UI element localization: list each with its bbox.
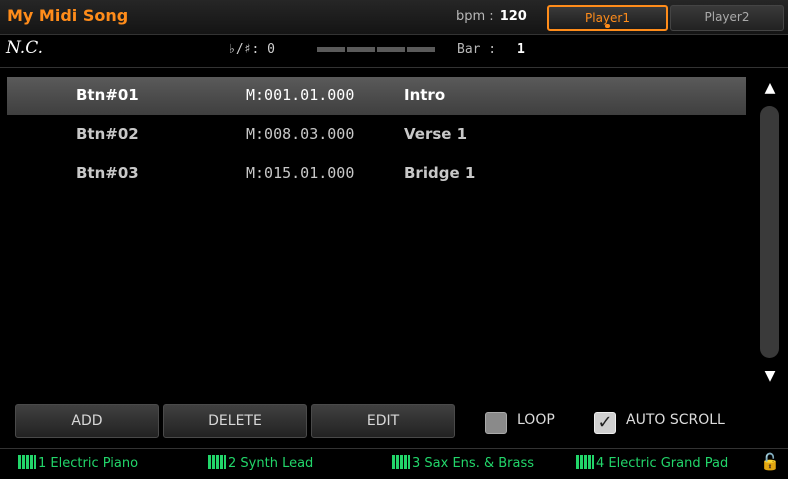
row-button-id: Btn#02 (76, 125, 139, 143)
row-position: M:001.01.000 (246, 86, 355, 104)
track-item[interactable]: 4 Electric Grand Pad (576, 455, 728, 471)
row-position: M:015.01.000 (246, 164, 355, 182)
row-name: Verse 1 (404, 125, 468, 143)
list-item[interactable]: Btn#01 M:001.01.000 Intro (7, 77, 746, 115)
row-button-id: Btn#03 (76, 164, 139, 182)
player1-indicator (605, 24, 610, 28)
edit-button[interactable]: EDIT (311, 404, 455, 438)
lock-icon[interactable]: 🔓 (760, 452, 780, 471)
row-name: Bridge 1 (404, 164, 476, 182)
player1-tab[interactable]: Player1 (547, 5, 668, 31)
beat-segment (377, 47, 405, 52)
track-name: Sax Ens. & Brass (424, 456, 535, 471)
player1-label: Player1 (585, 11, 630, 25)
beat-segment (347, 47, 375, 52)
check-icon: ✓ (597, 412, 613, 433)
bar-value: 1 (517, 42, 525, 57)
loop-label[interactable]: LOOP (517, 412, 555, 428)
keyboard-icon (208, 455, 226, 469)
auto-scroll-checkbox[interactable]: ✓ (594, 412, 616, 434)
player2-tab[interactable]: Player2 (670, 5, 784, 31)
scrollbar-track[interactable] (760, 106, 779, 358)
row-position: M:008.03.000 (246, 125, 355, 143)
player2-label: Player2 (704, 10, 750, 24)
song-title: My Midi Song (7, 6, 129, 25)
transpose-label: ♭/♯: (228, 42, 260, 57)
bpm-display: bpm : 120 (456, 9, 527, 24)
list-item[interactable]: Btn#02 M:008.03.000 Verse 1 (7, 116, 746, 154)
track-number: 4 (596, 456, 605, 471)
list-item[interactable]: Btn#03 M:015.01.000 Bridge 1 (7, 155, 746, 193)
add-button[interactable]: ADD (15, 404, 159, 438)
scroll-up-icon[interactable]: ▲ (757, 78, 783, 98)
track-number: 2 (228, 456, 237, 471)
scroll-down-icon[interactable]: ▼ (757, 366, 783, 386)
auto-scroll-label[interactable]: AUTO SCROLL (626, 412, 725, 428)
keyboard-icon (18, 455, 36, 469)
track-item[interactable]: 2 Synth Lead (208, 455, 313, 471)
track-name: Electric Grand Pad (608, 456, 729, 471)
row-name: Intro (404, 86, 446, 104)
track-name: Electric Piano (50, 456, 139, 471)
beat-segment (317, 47, 345, 52)
beat-segment (407, 47, 435, 52)
track-number: 3 (412, 456, 421, 471)
delete-button[interactable]: DELETE (163, 404, 307, 438)
keyboard-icon (392, 455, 410, 469)
row-button-id: Btn#01 (76, 86, 139, 104)
keyboard-icon (576, 455, 594, 469)
track-item[interactable]: 3 Sax Ens. & Brass (392, 455, 534, 471)
bpm-value: 120 (499, 9, 527, 24)
track-item[interactable]: 1 Electric Piano (18, 455, 138, 471)
transpose-value: 0 (267, 42, 275, 57)
chord-display: N.C. (6, 38, 43, 58)
bpm-label: bpm : (456, 9, 494, 24)
track-name: Synth Lead (240, 456, 314, 471)
bar-label: Bar : (457, 42, 497, 57)
loop-checkbox[interactable] (485, 412, 507, 434)
track-number: 1 (38, 456, 47, 471)
transpose-display: ♭/♯: 0 (228, 42, 275, 57)
